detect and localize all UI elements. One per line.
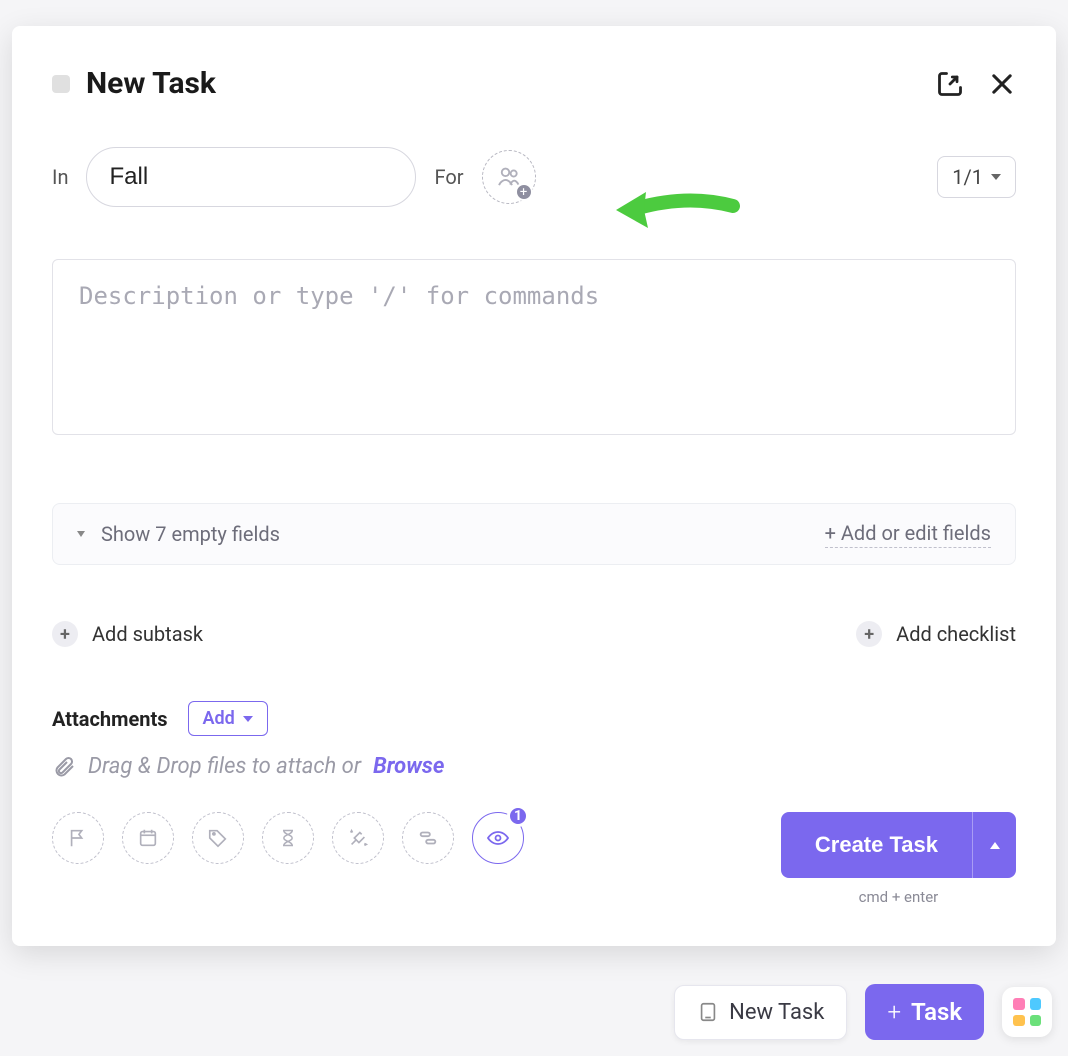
callout-arrow-icon bbox=[608, 186, 738, 236]
watchers-count: 1 bbox=[507, 805, 529, 827]
task-options-row: 1 bbox=[52, 812, 524, 864]
for-label: For bbox=[434, 165, 463, 189]
create-task-button[interactable]: Create Task bbox=[781, 812, 972, 878]
add-attachment-button[interactable]: Add bbox=[188, 701, 268, 736]
keyboard-hint: cmd + enter bbox=[859, 888, 939, 906]
plus-icon: + bbox=[856, 621, 882, 647]
assignee-picker[interactable]: + bbox=[482, 150, 536, 204]
tags-button[interactable] bbox=[192, 812, 244, 864]
dependencies-button[interactable] bbox=[402, 812, 454, 864]
attachments-title: Attachments bbox=[52, 707, 168, 731]
chevron-up-icon bbox=[990, 842, 1000, 849]
apps-launcher[interactable] bbox=[1002, 987, 1052, 1037]
custom-fields-bar: Show 7 empty fields + Add or edit fields bbox=[52, 503, 1016, 565]
due-date-button[interactable] bbox=[122, 812, 174, 864]
counter-value: 1/1 bbox=[952, 165, 983, 189]
browse-link[interactable]: Browse bbox=[373, 754, 444, 779]
watchers-button[interactable]: 1 bbox=[472, 812, 524, 864]
time-estimate-button[interactable] bbox=[262, 812, 314, 864]
add-checklist-button[interactable]: + Add checklist bbox=[856, 621, 1016, 647]
modal-title: New Task bbox=[86, 66, 216, 101]
show-fields-label: Show 7 empty fields bbox=[101, 522, 280, 546]
attachment-dropzone[interactable]: Drag & Drop files to attach or Browse bbox=[52, 754, 1016, 779]
show-empty-fields[interactable]: Show 7 empty fields bbox=[77, 522, 280, 546]
paperclip-icon bbox=[52, 755, 76, 779]
list-input[interactable] bbox=[86, 147, 416, 207]
in-label: In bbox=[52, 165, 68, 189]
chevron-down-icon bbox=[77, 531, 85, 537]
modal-header: New Task bbox=[52, 66, 1016, 101]
footer-task-button[interactable]: + Task bbox=[865, 984, 984, 1040]
footer-new-task-chip[interactable]: New Task bbox=[674, 985, 847, 1040]
new-task-modal: New Task In For bbox=[12, 26, 1056, 946]
add-edit-fields[interactable]: + Add or edit fields bbox=[825, 521, 991, 548]
add-subtask-button[interactable]: + Add subtask bbox=[52, 621, 203, 647]
status-indicator[interactable] bbox=[52, 75, 70, 93]
add-assignee-plus-icon: + bbox=[515, 183, 533, 201]
chevron-down-icon bbox=[243, 716, 253, 722]
chevron-down-icon bbox=[991, 174, 1001, 180]
sprint-button[interactable] bbox=[332, 812, 384, 864]
dropzone-text: Drag & Drop files to attach or bbox=[88, 754, 361, 779]
description-input[interactable] bbox=[52, 259, 1016, 435]
note-icon bbox=[697, 1001, 719, 1023]
create-task-dropdown[interactable] bbox=[972, 812, 1016, 878]
location-row: In For + 1/1 bbox=[52, 147, 1016, 207]
expand-icon[interactable] bbox=[936, 70, 964, 98]
plus-icon: + bbox=[887, 998, 901, 1026]
task-counter[interactable]: 1/1 bbox=[937, 156, 1016, 198]
priority-button[interactable] bbox=[52, 812, 104, 864]
plus-icon: + bbox=[52, 621, 78, 647]
page-footer: New Task + Task bbox=[674, 984, 1052, 1040]
close-icon[interactable] bbox=[988, 70, 1016, 98]
